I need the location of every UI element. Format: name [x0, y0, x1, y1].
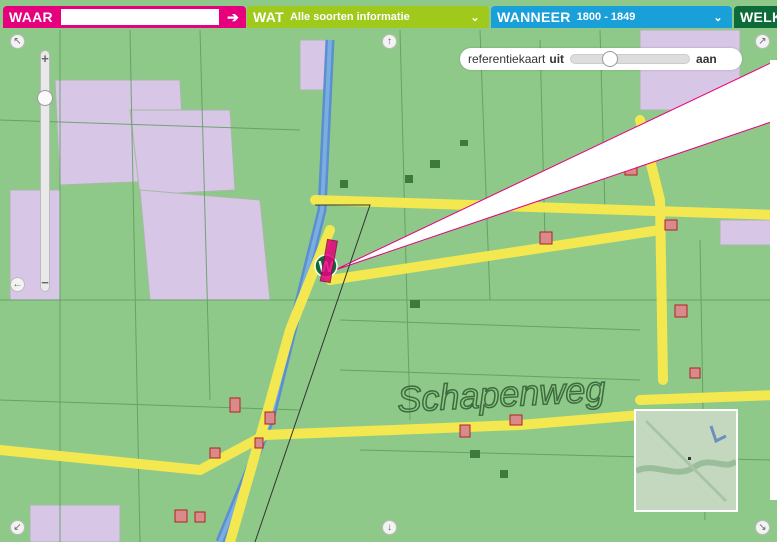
- pan-down-icon[interactable]: ↓: [382, 520, 397, 535]
- reference-map-toggle: referentiekaart uit aan: [460, 48, 742, 70]
- zoom-in-icon[interactable]: +: [36, 52, 54, 66]
- waar-label: WAAR: [9, 9, 53, 25]
- reference-map-label: referentiekaart: [468, 52, 546, 66]
- welk-label: WELK: [740, 9, 777, 25]
- reference-slider-handle[interactable]: [602, 51, 619, 67]
- pan-northwest-icon[interactable]: ↖: [10, 34, 25, 49]
- zoom-handle[interactable]: [37, 90, 53, 106]
- wanneer-section[interactable]: WANNEER 1800 - 1849 ⌄: [491, 6, 732, 28]
- pan-left-icon[interactable]: ←: [10, 277, 25, 292]
- pan-up-icon[interactable]: ↑: [382, 34, 397, 49]
- waar-input[interactable]: [61, 9, 219, 25]
- wat-label: WAT: [253, 9, 284, 25]
- pan-southwest-icon[interactable]: ↙: [10, 520, 25, 535]
- zoom-out-icon[interactable]: −: [36, 276, 54, 290]
- chevron-down-icon[interactable]: ⌄: [467, 9, 483, 25]
- reference-slider[interactable]: [570, 51, 691, 67]
- pan-northeast-icon[interactable]: ↗: [755, 34, 770, 49]
- pan-southeast-icon[interactable]: ↘: [755, 520, 770, 535]
- side-panel-edge: [770, 60, 777, 500]
- wat-section[interactable]: WAT Alle soorten informatie ⌄: [247, 6, 489, 28]
- wanneer-label: WANNEER: [497, 9, 571, 25]
- reference-on-label: aan: [696, 52, 717, 66]
- overview-minimap[interactable]: [634, 409, 739, 512]
- chevron-down-icon[interactable]: ⌄: [710, 9, 726, 25]
- wat-value: Alle soorten informatie: [289, 11, 410, 23]
- waar-section: WAAR ➔: [3, 6, 246, 28]
- welk-section[interactable]: WELK: [734, 6, 777, 28]
- zoom-slider[interactable]: + −: [36, 50, 54, 292]
- arrow-right-icon[interactable]: ➔: [224, 8, 242, 26]
- reference-off-label: uit: [549, 52, 565, 66]
- minimap-graphics: [634, 411, 739, 510]
- minimap-viewport: [688, 457, 691, 460]
- zoom-track[interactable]: [40, 50, 50, 292]
- wanneer-value: 1800 - 1849: [576, 11, 636, 23]
- search-bar: WAAR ➔ WAT Alle soorten informatie ⌄ WAN…: [0, 0, 777, 30]
